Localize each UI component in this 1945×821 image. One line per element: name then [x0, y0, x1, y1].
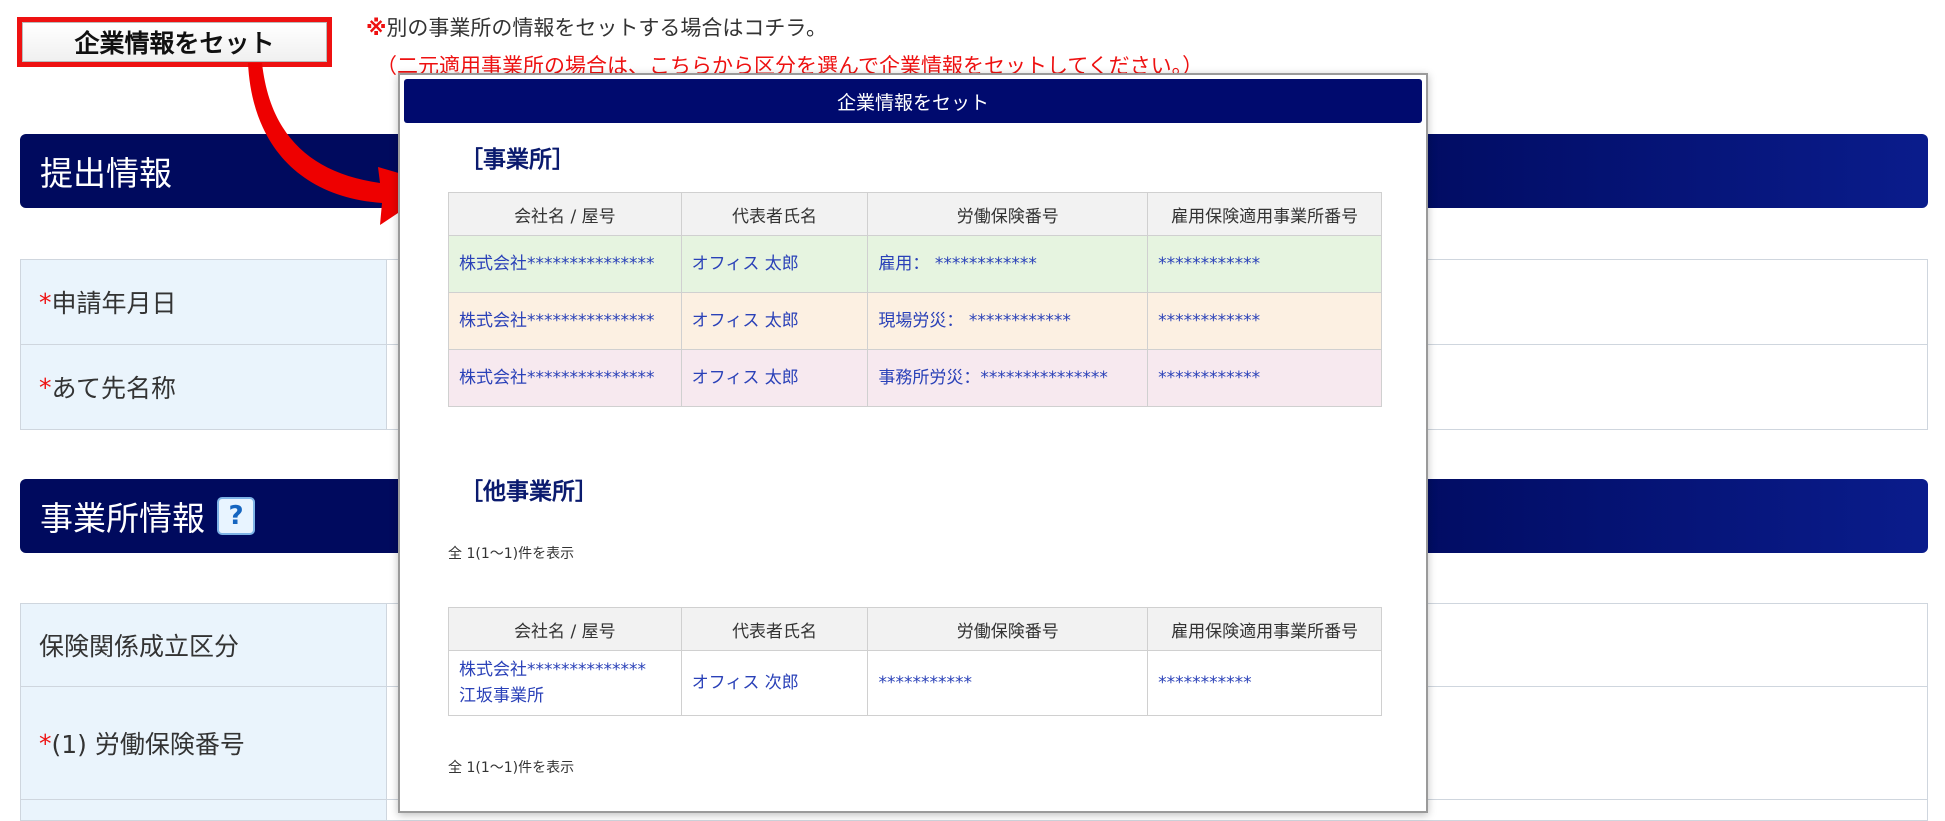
offices-heading: ［事業所］ — [460, 147, 575, 173]
column-header: 労働保険番号 — [867, 607, 1149, 651]
company-name[interactable]: 株式会社*************** — [448, 235, 682, 293]
employment-insurance-number[interactable]: ************ — [1147, 349, 1382, 407]
recipient-name-text: あて先名称 — [51, 374, 177, 403]
column-header: 会社名 / 屋号 — [448, 607, 682, 651]
required-mark: * — [39, 287, 52, 317]
company-name[interactable]: 株式会社************** 江坂事業所 — [448, 650, 682, 716]
required-mark: * — [39, 728, 52, 758]
offices-table: 会社名 / 屋号 代表者氏名 労働保険番号 雇用保険適用事業所番号 株式会社**… — [448, 192, 1382, 407]
note-line1: 別の事業所の情報をセットする場合はコチラ。 — [386, 16, 827, 40]
result-count-top: 全 1(1〜1)件を表示 — [448, 546, 575, 562]
labor-insurance-label: * (1) 労働保険番号 — [21, 687, 387, 799]
other-office-note: ※別の事業所の情報をセットする場合はコチラ。 — [366, 12, 827, 42]
recipient-name-label: * あて先名称 — [21, 345, 387, 429]
column-header: 雇用保険適用事業所番号 — [1147, 607, 1382, 651]
result-count-bottom: 全 1(1〜1)件を表示 — [448, 760, 575, 776]
representative-name[interactable]: オフィス 太郎 — [680, 292, 869, 350]
office-section-title: 事業所情報 — [40, 499, 205, 538]
company-info-dialog: 企業情報をセット ［事業所］ 会社名 / 屋号 代表者氏名 労働保険番号 雇用保… — [398, 73, 1428, 813]
employment-insurance-number[interactable]: *********** — [1147, 650, 1382, 716]
company-name[interactable]: 株式会社*************** — [448, 292, 682, 350]
representative-name[interactable]: オフィス 次郎 — [680, 650, 869, 716]
table-header-row: 会社名 / 屋号 代表者氏名 労働保険番号 雇用保険適用事業所番号 — [448, 192, 1382, 236]
employment-insurance-number[interactable]: ************ — [1147, 292, 1382, 350]
column-header: 代表者氏名 — [680, 192, 869, 236]
column-header: 代表者氏名 — [680, 607, 869, 651]
company-name[interactable]: 株式会社*************** — [448, 349, 682, 407]
table-row[interactable]: 株式会社*************** オフィス 太郎 事務所労災：******… — [448, 349, 1382, 407]
help-icon[interactable]: ? — [217, 497, 255, 535]
dialog-title: 企業情報をセット — [404, 79, 1422, 123]
representative-name[interactable]: オフィス 太郎 — [680, 349, 869, 407]
other-offices-table: 会社名 / 屋号 代表者氏名 労働保険番号 雇用保険適用事業所番号 株式会社**… — [448, 607, 1382, 716]
table-header-row: 会社名 / 屋号 代表者氏名 労働保険番号 雇用保険適用事業所番号 — [448, 607, 1382, 651]
table-row[interactable]: 株式会社*************** オフィス 太郎 雇用： ********… — [448, 235, 1382, 293]
labor-insurance-text: (1) 労働保険番号 — [51, 730, 245, 759]
column-header: 雇用保険適用事業所番号 — [1147, 192, 1382, 236]
submission-section-title: 提出情報 — [40, 154, 172, 193]
required-mark: * — [39, 372, 52, 402]
next-label — [21, 800, 387, 820]
application-date-label: * 申請年月日 — [21, 260, 387, 344]
labor-insurance-number[interactable]: 事務所労災：*************** — [867, 349, 1149, 407]
column-header: 労働保険番号 — [867, 192, 1149, 236]
table-row[interactable]: 株式会社*************** オフィス 太郎 現場労災： ******… — [448, 292, 1382, 350]
labor-insurance-number[interactable]: 現場労災： ************ — [867, 292, 1149, 350]
insurance-category-label: 保険関係成立区分 — [21, 604, 387, 686]
labor-insurance-number[interactable]: *********** — [867, 650, 1149, 716]
other-offices-heading: ［他事業所］ — [460, 479, 598, 505]
employment-insurance-number[interactable]: ************ — [1147, 235, 1382, 293]
table-row[interactable]: 株式会社************** 江坂事業所 オフィス 次郎 *******… — [448, 650, 1382, 716]
note-mark: ※ — [366, 16, 387, 40]
application-date-text: 申請年月日 — [51, 289, 177, 318]
representative-name[interactable]: オフィス 太郎 — [680, 235, 869, 293]
column-header: 会社名 / 屋号 — [448, 192, 682, 236]
labor-insurance-number[interactable]: 雇用： ************ — [867, 235, 1149, 293]
